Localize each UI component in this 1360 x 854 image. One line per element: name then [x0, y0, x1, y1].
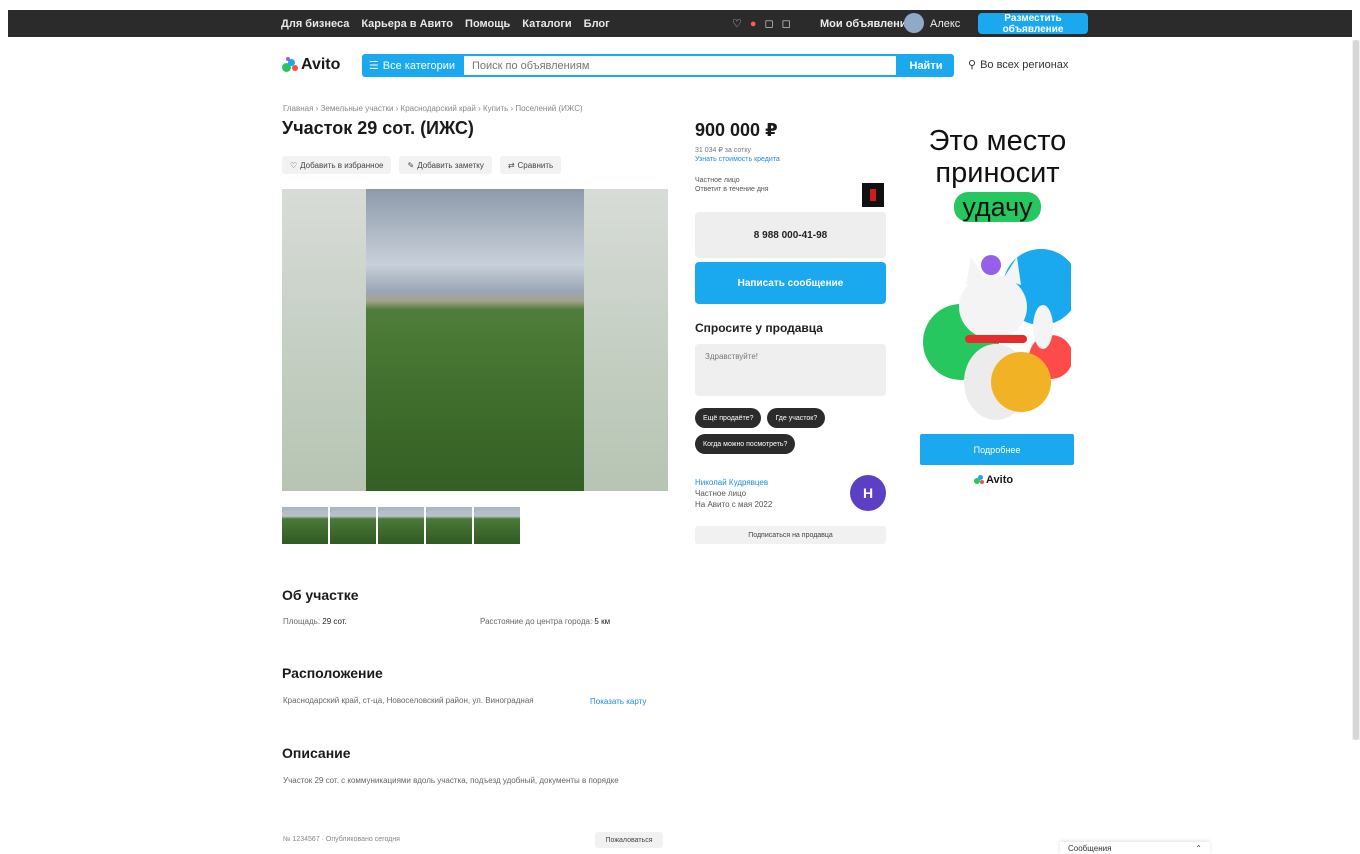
- messages-widget-label: Сообщения: [1068, 843, 1112, 853]
- area-row: Площадь: 29 сот.: [283, 617, 347, 626]
- gallery-blur-left: [282, 189, 366, 491]
- avito-logo[interactable]: Avito: [282, 56, 340, 74]
- add-note-label: Добавить заметку: [417, 160, 484, 170]
- description-text: Участок 29 сот. с коммуникациями вдоль у…: [283, 776, 619, 785]
- top-nav: Для бизнеса Карьера в Авито Помощь Катал…: [281, 10, 610, 37]
- promo-badge-icon: [862, 183, 884, 207]
- my-ads-link[interactable]: Мои объявления: [820, 10, 913, 37]
- ask-seller-heading: Спросите у продавца: [695, 321, 823, 335]
- seller-avatar[interactable]: Н: [850, 475, 886, 511]
- region-selector[interactable]: ⚲ Во всех регионах: [968, 58, 1069, 72]
- subscribe-seller-button[interactable]: Подписаться на продавца: [695, 526, 886, 544]
- price: 900 000 ₽: [695, 120, 778, 140]
- add-favorite-label: Добавить в избранное: [300, 160, 384, 170]
- price-details: 31 034 ₽ за сотку Узнать стоимость креди…: [695, 146, 780, 164]
- seller-type: Частное лицо: [695, 489, 747, 498]
- ad-details-button[interactable]: Подробнее: [920, 434, 1074, 465]
- quick-question-chip[interactable]: Когда можно посмотреть?: [695, 434, 796, 454]
- listing-footer-note: № 1234567 · Опубликовано сегодня: [283, 836, 400, 843]
- lucky-cat-illustration: [923, 249, 1071, 420]
- listing-actions: ♡ Добавить в избранное ✎ Добавить заметк…: [282, 156, 562, 174]
- logo-dots-icon: [282, 57, 298, 73]
- page-title: Участок 29 сот. (ИЖС): [282, 118, 474, 138]
- thumbnail[interactable]: [282, 507, 328, 544]
- post-ad-button[interactable]: Разместить объявление: [978, 13, 1088, 35]
- area-label: Площадь:: [283, 617, 321, 626]
- user-avatar[interactable]: [904, 13, 924, 33]
- find-button[interactable]: Найти: [898, 54, 954, 77]
- photo-thumbnails: [282, 507, 520, 544]
- ad-line-2: приносит: [935, 157, 1060, 189]
- address: Краснодарский край, ст-ца, Новоселовский…: [283, 696, 534, 705]
- region-label: Во всех регионах: [980, 58, 1069, 71]
- seller-mini-response: Ответит в течение дня: [695, 186, 769, 193]
- seller-summary: Частное лицо Ответит в течение дня: [695, 176, 845, 194]
- ad-avito-logo: Avito: [974, 474, 1013, 486]
- chevron-up-icon: ⌃: [1195, 843, 1202, 853]
- logo-dots-icon: [974, 475, 984, 485]
- quick-questions: Ещё продаёте? Где участок? Когда можно п…: [695, 408, 886, 454]
- heart-icon: ♡: [290, 160, 298, 170]
- quick-question-chip[interactable]: Где участок?: [767, 408, 826, 428]
- distance-label: Расстояние до центра города:: [480, 617, 593, 626]
- categories-button[interactable]: ☰ Все категории: [362, 54, 462, 77]
- bell-icon[interactable]: ◻: [765, 17, 774, 30]
- distance-value: 5 км: [594, 617, 611, 626]
- show-phone-button[interactable]: 8 988 000-41-98: [695, 212, 886, 258]
- seller-info: Николай Кудрявцев Частное лицо На Авито …: [695, 477, 772, 510]
- nav-catalogs[interactable]: Каталоги: [522, 18, 571, 30]
- breadcrumb[interactable]: Главная › Земельные участки › Краснодарс…: [283, 104, 583, 113]
- ad-highlight: удачу: [954, 192, 1041, 222]
- photo-gallery[interactable]: [282, 189, 668, 491]
- top-icons: ♡ ● ◻ ◻: [732, 10, 791, 37]
- thumbnail[interactable]: [474, 507, 520, 544]
- show-map-link[interactable]: Показать карту: [590, 697, 646, 706]
- nav-career[interactable]: Карьера в Авито: [361, 18, 453, 30]
- add-favorite-button[interactable]: ♡ Добавить в избранное: [282, 156, 392, 174]
- ask-seller-input[interactable]: Здравствуйте!: [695, 344, 886, 396]
- messages-widget[interactable]: Сообщения ⌃: [1060, 842, 1210, 854]
- distance-row: Расстояние до центра города: 5 км: [480, 617, 610, 626]
- thumbnail[interactable]: [330, 507, 376, 544]
- nav-help[interactable]: Помощь: [465, 18, 510, 30]
- thumbnail[interactable]: [426, 507, 472, 544]
- logo-text: Avito: [301, 56, 341, 73]
- quick-question-chip[interactable]: Ещё продаёте?: [695, 408, 762, 428]
- thumbnail[interactable]: [378, 507, 424, 544]
- seller-mini-type: Частное лицо: [695, 177, 740, 184]
- top-bar: Для бизнеса Карьера в Авито Помощь Катал…: [8, 10, 1352, 37]
- ad-logo-text: Avito: [986, 474, 1014, 486]
- search-input[interactable]: [462, 54, 898, 77]
- compare-label: Сравнить: [517, 160, 554, 170]
- compare-button[interactable]: ⇄ Сравнить: [499, 156, 562, 174]
- user-name[interactable]: Алекс: [930, 10, 960, 37]
- note-icon: ✎: [407, 160, 415, 170]
- seller-since: На Авито с мая 2022: [695, 500, 773, 509]
- compare-icon: ⇄: [507, 160, 515, 170]
- location-heading: Расположение: [282, 665, 383, 681]
- credit-link[interactable]: Узнать стоимость кредита: [695, 155, 780, 164]
- about-heading: Об участке: [282, 587, 359, 603]
- area-value: 29 сот.: [322, 617, 347, 626]
- categories-label: Все категории: [382, 59, 456, 72]
- nav-blog[interactable]: Блог: [584, 18, 610, 30]
- gallery-blur-right: [584, 189, 668, 491]
- seller-name-link[interactable]: Николай Кудрявцев: [695, 477, 772, 488]
- ad-line-1: Это место: [928, 125, 1067, 157]
- categories-icon: ☰: [368, 60, 379, 72]
- price-per-unit: 31 034 ₽ за сотку: [695, 147, 751, 154]
- write-message-button[interactable]: Написать сообщение: [695, 262, 886, 304]
- add-note-button[interactable]: ✎ Добавить заметку: [399, 156, 492, 174]
- main-photo[interactable]: [366, 189, 584, 491]
- chat-icon[interactable]: ◻: [782, 17, 791, 30]
- cart-icon[interactable]: ●: [750, 18, 757, 30]
- location-pin-icon: ⚲: [968, 59, 977, 71]
- report-button[interactable]: Пожаловаться: [595, 832, 663, 848]
- description-heading: Описание: [282, 745, 351, 761]
- heart-icon[interactable]: ♡: [732, 17, 742, 30]
- page-scrollbar[interactable]: [1352, 40, 1360, 740]
- nav-business[interactable]: Для бизнеса: [281, 18, 349, 30]
